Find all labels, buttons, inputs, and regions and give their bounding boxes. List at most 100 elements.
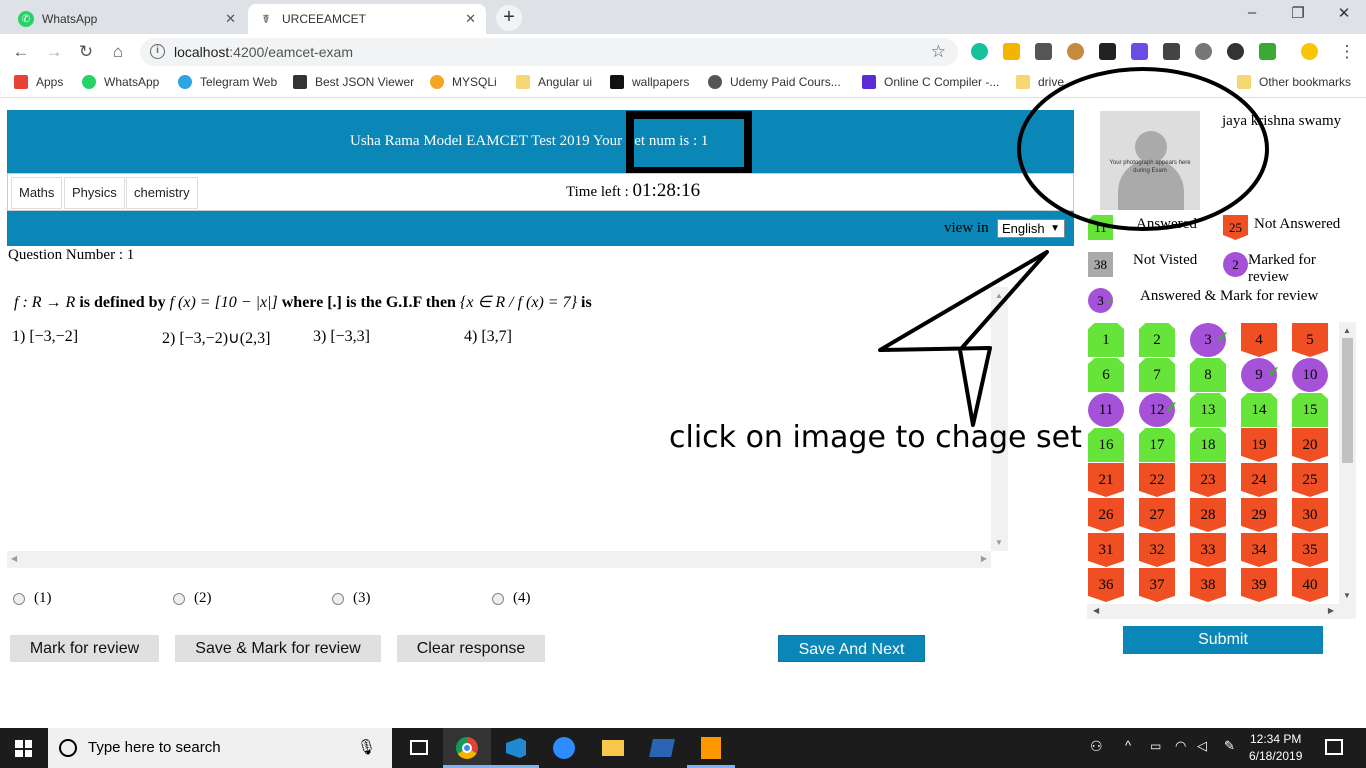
bookmark-angular-ui[interactable]: Angular ui xyxy=(516,75,592,89)
save-and-next-button[interactable]: Save And Next xyxy=(778,635,925,662)
palette-question-22[interactable]: 22 xyxy=(1139,463,1175,497)
people-icon[interactable]: ⚇ xyxy=(1090,738,1103,755)
scroll-up-icon[interactable]: ▲ xyxy=(995,291,1003,300)
palette-question-9[interactable]: 9 ✓ xyxy=(1241,358,1280,392)
close-window-button[interactable]: ✕ xyxy=(1324,4,1364,28)
microphone-icon[interactable]: 🎙 xyxy=(357,728,376,768)
answer-radio-4[interactable]: (4) xyxy=(492,590,531,607)
palette-question-21[interactable]: 21 xyxy=(1088,463,1124,497)
taskbar-search-input[interactable]: Type here to search 🎙 xyxy=(48,728,392,768)
palette-question-6[interactable]: 6 xyxy=(1088,358,1124,392)
volume-icon[interactable]: ◁ xyxy=(1197,738,1207,754)
palette-question-1[interactable]: 1 xyxy=(1088,323,1124,357)
palette-question-12[interactable]: 12 ✓ xyxy=(1139,393,1178,427)
extension-icon[interactable] xyxy=(1131,43,1148,60)
clear-response-button[interactable]: Clear response xyxy=(397,635,545,662)
scroll-left-icon[interactable]: ◀ xyxy=(11,554,17,563)
palette-question-27[interactable]: 27 xyxy=(1139,498,1175,532)
scroll-left-icon[interactable]: ◀ xyxy=(1093,606,1099,615)
tab-whatsapp[interactable]: ✆ WhatsApp ✕ xyxy=(8,4,246,34)
palette-question-4[interactable]: 4 xyxy=(1241,323,1277,357)
bookmark-mysqli[interactable]: MYSQLi xyxy=(430,75,497,89)
new-tab-button[interactable]: + xyxy=(496,5,522,31)
palette-question-3[interactable]: 3 ✓ xyxy=(1190,323,1229,357)
answer-radio-1[interactable]: (1) xyxy=(13,590,52,607)
palette-question-26[interactable]: 26 xyxy=(1088,498,1124,532)
palette-question-14[interactable]: 14 xyxy=(1241,393,1277,427)
question-horizontal-scrollbar[interactable]: ◀ ▶ xyxy=(7,551,991,568)
bookmark-json-viewer[interactable]: Best JSON Viewer xyxy=(293,75,414,89)
scrollbar-thumb[interactable] xyxy=(1342,338,1353,463)
bookmark-udemy[interactable]: Udemy Paid Cours... xyxy=(708,75,841,89)
scroll-down-icon[interactable]: ▼ xyxy=(995,538,1003,547)
chrome-taskbar-icon[interactable] xyxy=(443,728,491,768)
palette-question-32[interactable]: 32 xyxy=(1139,533,1175,567)
submit-button[interactable]: Submit xyxy=(1123,626,1323,654)
palette-question-36[interactable]: 36 xyxy=(1088,568,1124,602)
palette-question-30[interactable]: 30 xyxy=(1292,498,1328,532)
file-explorer-taskbar-icon[interactable] xyxy=(589,728,637,768)
bookmark-c-compiler[interactable]: Online C Compiler -... xyxy=(862,75,999,89)
tab-physics[interactable]: Physics xyxy=(64,177,125,209)
sublime-taskbar-icon[interactable] xyxy=(687,728,735,768)
tab-maths[interactable]: Maths xyxy=(11,177,63,209)
palette-question-11[interactable]: 11 xyxy=(1088,393,1124,427)
task-view-icon[interactable] xyxy=(396,728,444,768)
address-bar[interactable]: i localhost:4200/eamcet-exam ☆ xyxy=(140,38,958,66)
palette-vertical-scrollbar[interactable]: ▲ ▼ xyxy=(1339,322,1356,604)
tab-urceeamcet[interactable]: ☤ URCEEAMCET ✕ xyxy=(248,4,486,34)
home-icon[interactable]: ⌂ xyxy=(107,42,129,62)
palette-question-31[interactable]: 31 xyxy=(1088,533,1124,567)
palette-question-18[interactable]: 18 xyxy=(1190,428,1226,462)
vscode-taskbar-icon[interactable] xyxy=(491,728,539,768)
palette-horizontal-scrollbar[interactable]: ◀ ▶ xyxy=(1087,604,1356,619)
answer-radio-3[interactable]: (3) xyxy=(332,590,371,607)
radio-button[interactable] xyxy=(492,592,504,605)
scroll-up-icon[interactable]: ▲ xyxy=(1343,326,1351,335)
close-tab-icon[interactable]: ✕ xyxy=(225,11,236,27)
palette-question-28[interactable]: 28 xyxy=(1190,498,1226,532)
palette-question-16[interactable]: 16 xyxy=(1088,428,1124,462)
palette-question-17[interactable]: 17 xyxy=(1139,428,1175,462)
wifi-icon[interactable]: ◠ xyxy=(1175,738,1186,754)
reload-icon[interactable]: ↻ xyxy=(75,42,97,62)
windows-start-icon[interactable] xyxy=(15,740,32,757)
palette-question-7[interactable]: 7 xyxy=(1139,358,1175,392)
palette-question-20[interactable]: 20 xyxy=(1292,428,1328,462)
extension-icon[interactable] xyxy=(1003,43,1020,60)
bookmark-whatsapp[interactable]: WhatsApp xyxy=(82,75,159,89)
palette-question-39[interactable]: 39 xyxy=(1241,568,1277,602)
bookmark-star-icon[interactable]: ☆ xyxy=(931,38,946,66)
answer-radio-2[interactable]: (2) xyxy=(173,590,212,607)
palette-question-8[interactable]: 8 xyxy=(1190,358,1226,392)
palette-question-10[interactable]: 10 xyxy=(1292,358,1328,392)
scroll-right-icon[interactable]: ▶ xyxy=(1328,606,1334,615)
forward-icon[interactable]: → xyxy=(43,42,65,62)
extension-icon[interactable] xyxy=(1163,43,1180,60)
palette-question-34[interactable]: 34 xyxy=(1241,533,1277,567)
palette-question-2[interactable]: 2 xyxy=(1139,323,1175,357)
info-icon[interactable]: i xyxy=(150,44,165,59)
shield-extension-icon[interactable] xyxy=(1259,43,1276,60)
palette-question-25[interactable]: 25 xyxy=(1292,463,1328,497)
cookie-extension-icon[interactable] xyxy=(1067,43,1084,60)
palette-question-38[interactable]: 38 xyxy=(1190,568,1226,602)
palette-question-33[interactable]: 33 xyxy=(1190,533,1226,567)
battery-icon[interactable]: ▭ xyxy=(1150,739,1161,753)
bookmark-wallpapers[interactable]: wallpapers xyxy=(610,75,689,89)
gear-extension-icon[interactable] xyxy=(1195,43,1212,60)
pen-icon[interactable]: ✎ xyxy=(1224,738,1235,754)
palette-question-13[interactable]: 13 xyxy=(1190,393,1226,427)
save-mark-review-button[interactable]: Save & Mark for review xyxy=(175,635,381,662)
palette-question-24[interactable]: 24 xyxy=(1241,463,1277,497)
radio-button[interactable] xyxy=(332,592,344,605)
other-bookmarks[interactable]: Other bookmarks xyxy=(1237,75,1351,89)
mark-for-review-button[interactable]: Mark for review xyxy=(10,635,159,662)
candidate-photo[interactable]: Your photograph appears here during Exam xyxy=(1100,111,1200,210)
scroll-right-icon[interactable]: ▶ xyxy=(981,554,987,563)
chevron-up-icon[interactable]: ^ xyxy=(1125,738,1131,753)
close-tab-icon[interactable]: ✕ xyxy=(465,11,476,27)
palette-question-29[interactable]: 29 xyxy=(1241,498,1277,532)
palette-question-19[interactable]: 19 xyxy=(1241,428,1277,462)
palette-question-5[interactable]: 5 xyxy=(1292,323,1328,357)
